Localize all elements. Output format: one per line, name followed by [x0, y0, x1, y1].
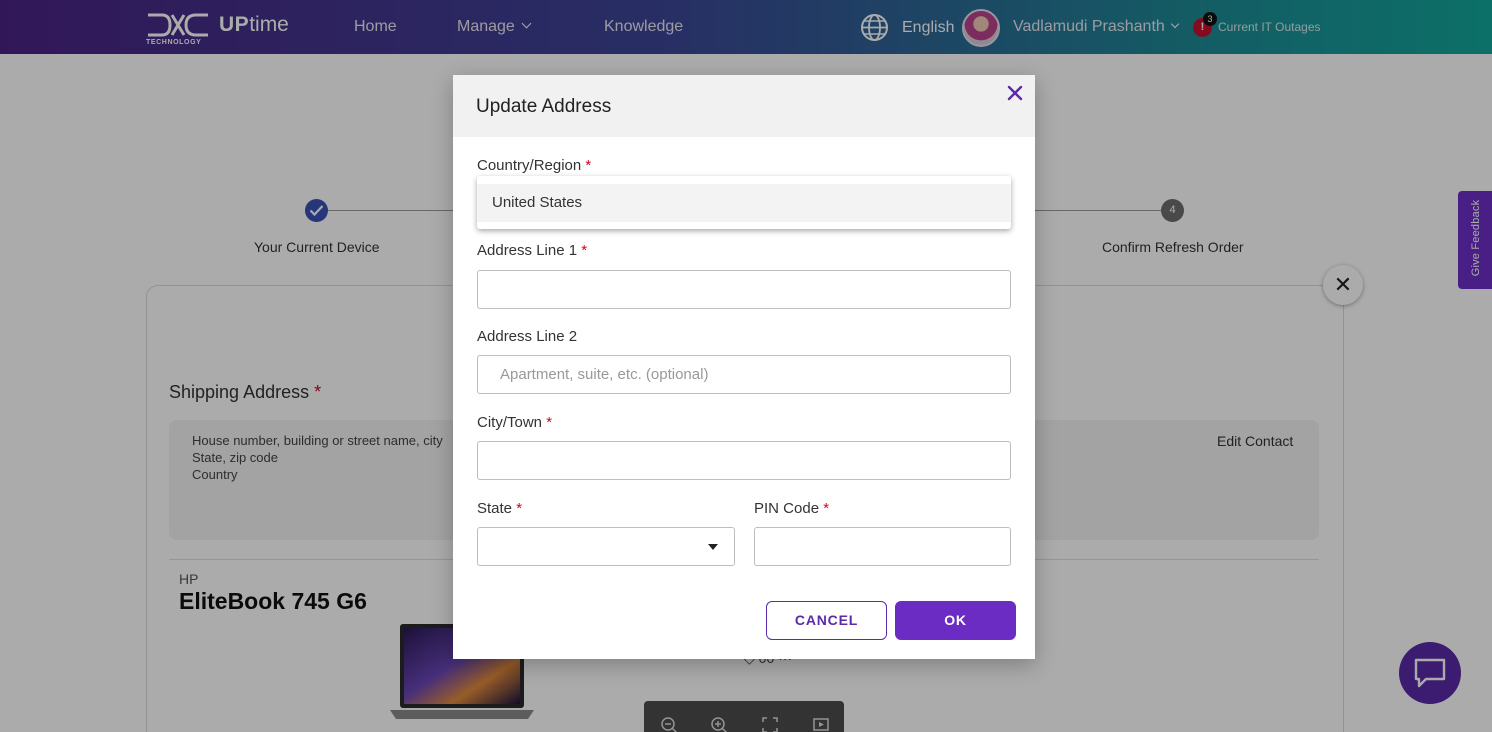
city-label: City/Town *: [477, 414, 552, 431]
address2-label: Address Line 2: [477, 328, 578, 345]
update-address-dialog: Update Address Country/Region * United S…: [453, 75, 1035, 659]
dialog-header: Update Address: [453, 75, 1035, 137]
state-select[interactable]: [477, 527, 735, 566]
required-asterisk: *: [546, 414, 553, 431]
address-line-2-input[interactable]: Apartment, suite, etc. (optional): [477, 355, 1011, 394]
country-dropdown-menu: United States: [477, 176, 1011, 229]
caret-down-icon: [708, 544, 718, 550]
required-asterisk: *: [823, 500, 830, 517]
required-asterisk: *: [585, 157, 592, 174]
country-label-text: Country/Region: [477, 157, 582, 174]
state-label-text: State: [477, 500, 513, 517]
pin-code-input[interactable]: [754, 527, 1011, 566]
country-label: Country/Region *: [477, 157, 591, 174]
required-asterisk: *: [581, 242, 588, 259]
address1-label-text: Address Line 1: [477, 242, 578, 259]
cancel-button[interactable]: CANCEL: [766, 601, 887, 640]
ok-button[interactable]: OK: [895, 601, 1016, 640]
dialog-title: Update Address: [476, 96, 612, 117]
address1-label: Address Line 1 *: [477, 242, 587, 259]
pin-code-label: PIN Code *: [754, 500, 829, 517]
city-input[interactable]: [477, 441, 1011, 480]
city-label-text: City/Town: [477, 414, 543, 431]
required-asterisk: *: [516, 500, 523, 517]
pin-code-label-text: PIN Code: [754, 500, 820, 517]
close-icon[interactable]: [1006, 84, 1024, 102]
address-line-1-input[interactable]: [477, 270, 1011, 309]
state-label: State *: [477, 500, 522, 517]
country-option-united-states[interactable]: United States: [477, 184, 1011, 222]
